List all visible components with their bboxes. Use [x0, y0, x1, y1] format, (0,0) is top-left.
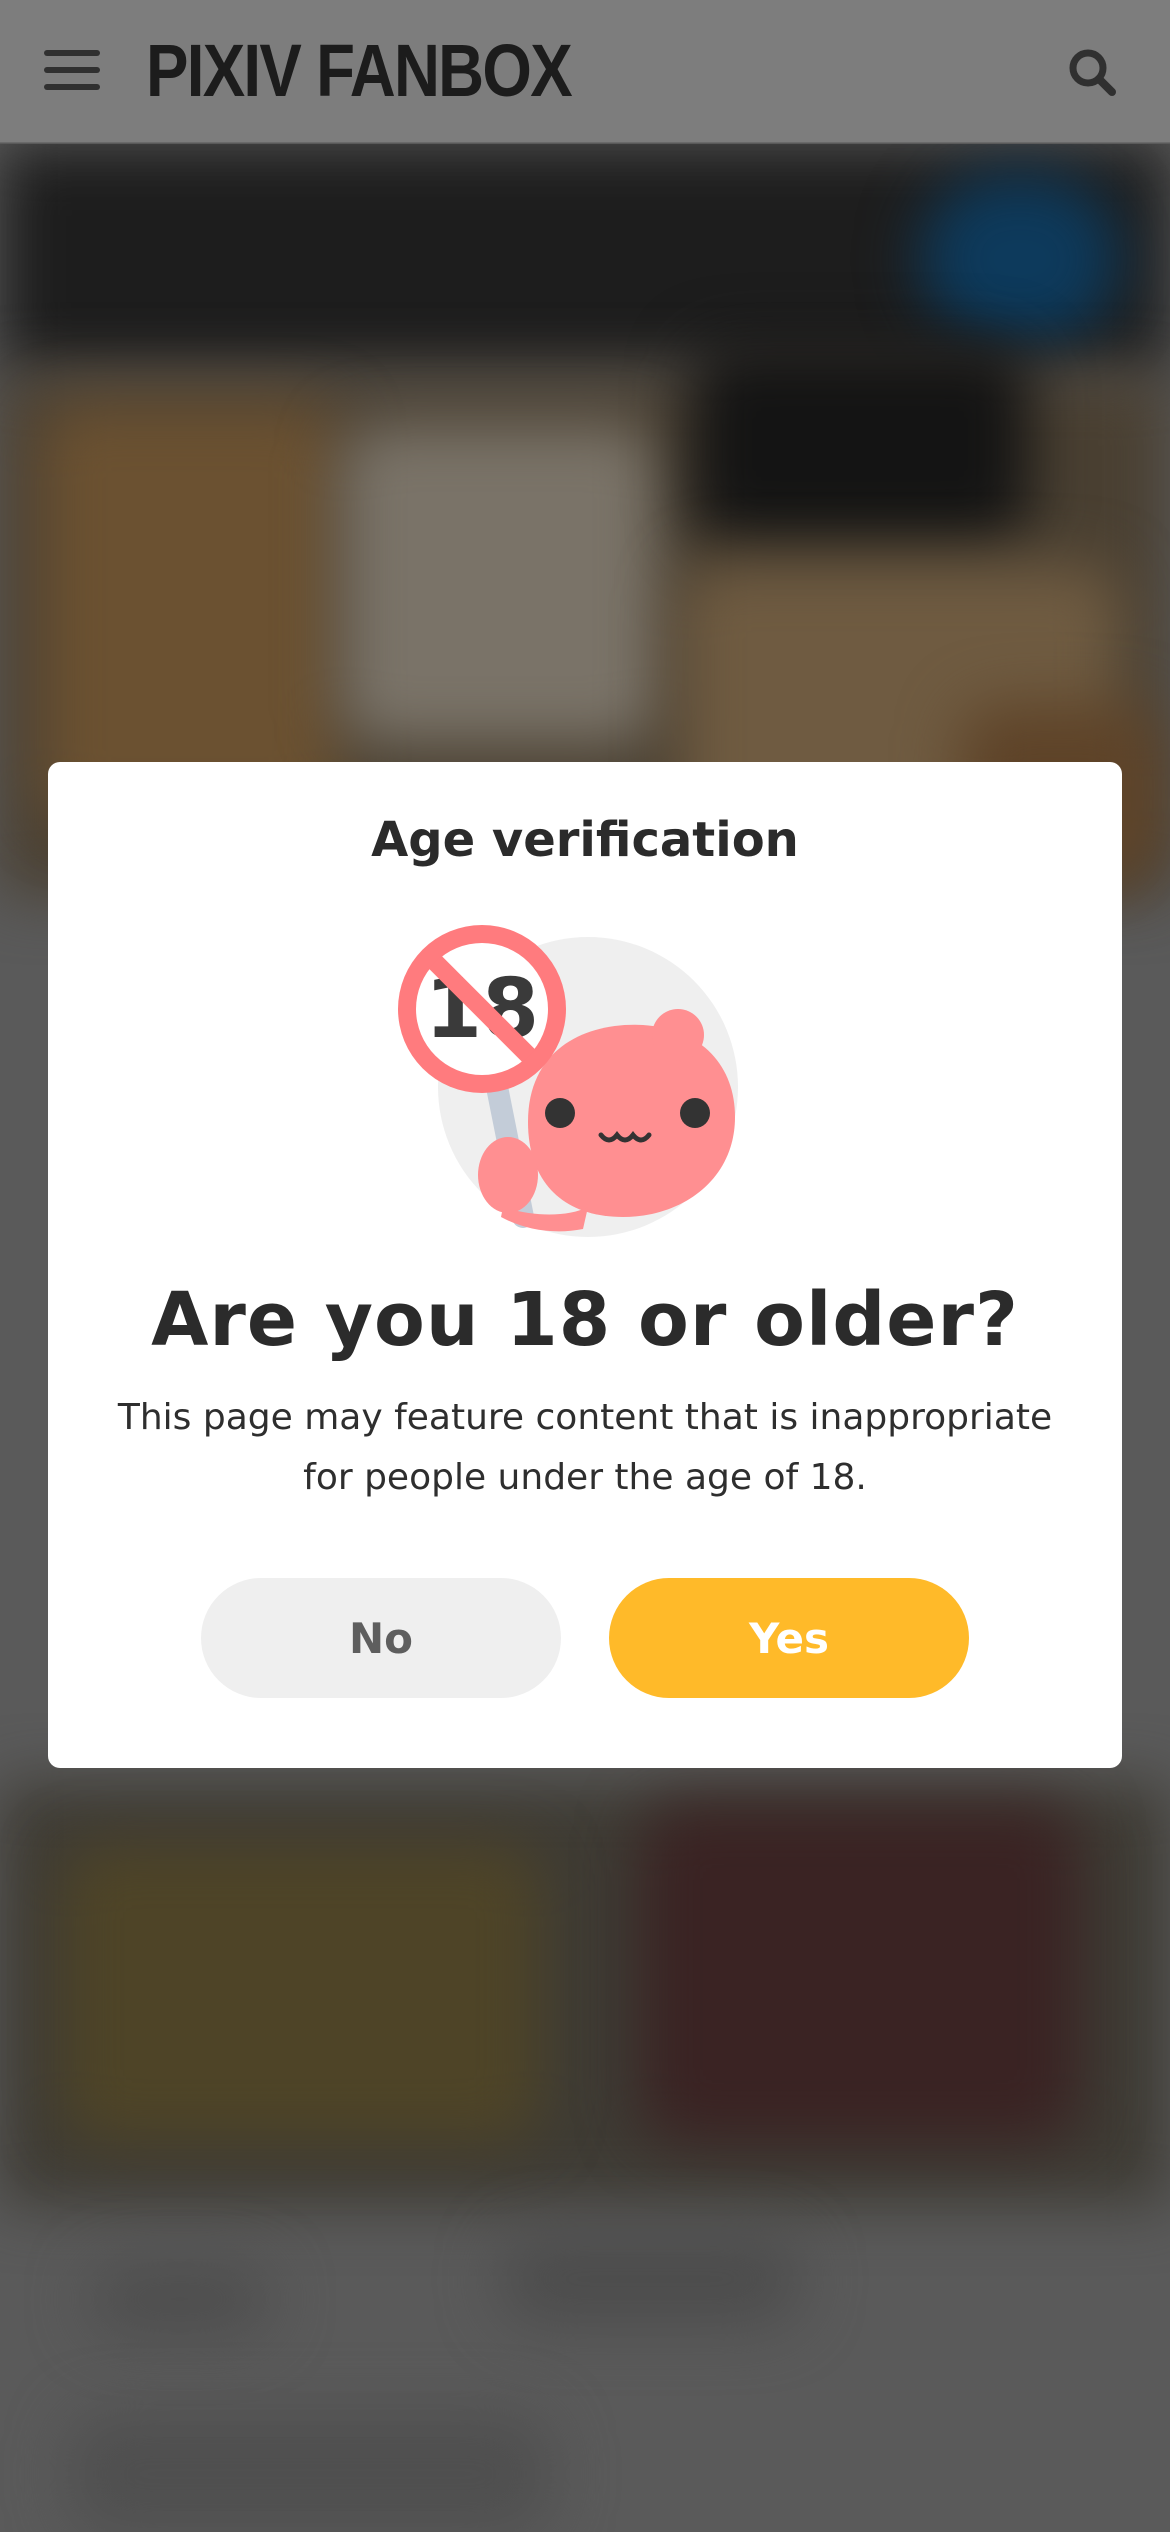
age-question: Are you 18 or older? — [151, 1277, 1019, 1363]
no-under-18-mascot-icon: 18 — [398, 925, 738, 1237]
hamburger-menu-icon[interactable] — [44, 50, 100, 90]
age-warning-text: This page may feature content that is in… — [117, 1397, 1053, 1498]
age-verification-dialog: Age verification 18 Are you 18 or older?… — [48, 762, 1122, 1768]
yes-button[interactable]: Yes — [609, 1578, 969, 1698]
search-icon[interactable] — [1064, 44, 1120, 100]
fanbox-logo[interactable]: PIXIV FANBOX — [146, 28, 573, 114]
no-button[interactable]: No — [201, 1578, 561, 1698]
dialog-title: Age verification — [371, 812, 799, 868]
top-navigation-bar: PIXIV FANBOX — [0, 0, 1170, 143]
